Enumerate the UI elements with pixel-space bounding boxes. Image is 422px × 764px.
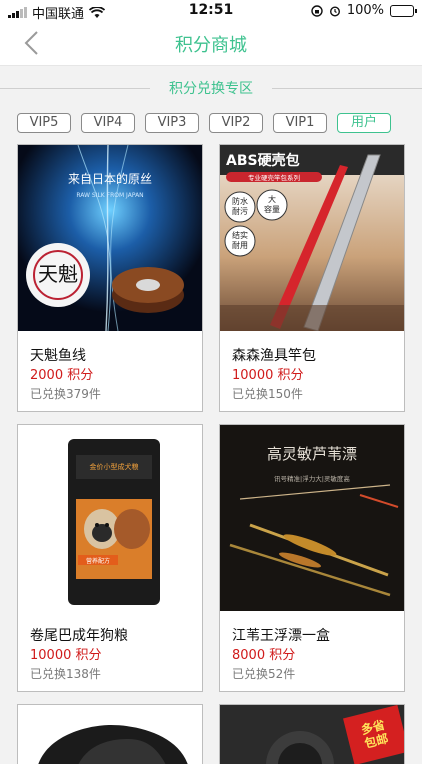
vip-tab-bar: VIP5 VIP4 VIP3 VIP2 VIP1 用户 bbox=[17, 113, 391, 133]
svg-text:营养配方: 营养配方 bbox=[86, 557, 110, 565]
product-sold-count: 已兑换379件 bbox=[30, 387, 101, 401]
rotation-lock-icon bbox=[311, 4, 323, 17]
product-image-rod-bag: ABS硬壳包 专业硬壳竿包系列 防水 耐污 大 容量 结实 耐用 bbox=[220, 145, 404, 331]
product-card[interactable]: 天魁 来自日本的原丝 RAW SILK FROM JAPAN 天魁鱼线 2000… bbox=[17, 144, 203, 412]
image-subline: 讯号精准|浮力大|灵敏度高 bbox=[274, 474, 350, 483]
product-card[interactable]: ABS硬壳包 专业硬壳竿包系列 防水 耐污 大 容量 结实 耐用 森森渔具竿包 … bbox=[219, 144, 405, 412]
tab-user[interactable]: 用户 bbox=[337, 113, 391, 133]
product-card[interactable] bbox=[17, 704, 203, 764]
product-image-floats: 高灵敏芦苇漂 讯号精准|浮力大|灵敏度高 bbox=[220, 425, 404, 611]
battery-percent: 100% bbox=[346, 3, 384, 18]
product-sold-count: 已兑换138件 bbox=[30, 667, 101, 681]
image-subline: RAW SILK FROM JAPAN bbox=[76, 192, 143, 199]
page-title: 积分商城 bbox=[175, 35, 247, 56]
status-bar: 中国联通 12:51 100% bbox=[0, 0, 422, 22]
product-image-dog-food: 金价小型成犬粮 营养配方 bbox=[18, 425, 202, 611]
product-points: 10000 积分 bbox=[232, 368, 304, 383]
image-brand-text: 天魁 bbox=[38, 262, 78, 286]
product-card[interactable]: 金价小型成犬粮 营养配方 卷尾巴成年狗粮 10000 积分 已兑换138件 bbox=[17, 424, 203, 692]
alarm-icon bbox=[329, 5, 340, 17]
image-headline: ABS硬壳包 bbox=[226, 152, 300, 169]
battery-icon bbox=[390, 4, 417, 17]
tab-vip1[interactable]: VIP1 bbox=[273, 113, 327, 133]
svg-text:容量: 容量 bbox=[264, 204, 280, 214]
svg-text:结实: 结实 bbox=[232, 230, 248, 240]
image-headline: 高灵敏芦苇漂 bbox=[267, 445, 357, 463]
product-name: 卷尾巴成年狗粮 bbox=[30, 628, 128, 644]
tab-vip3[interactable]: VIP3 bbox=[145, 113, 199, 133]
product-points: 2000 积分 bbox=[30, 368, 94, 383]
svg-text:金价小型成犬粮: 金价小型成犬粮 bbox=[90, 462, 139, 471]
image-subline: 专业硬壳竿包系列 bbox=[248, 173, 300, 182]
product-card[interactable]: 高灵敏芦苇漂 讯号精准|浮力大|灵敏度高 江苇王浮漂一盒 8000 积分 已兑换… bbox=[219, 424, 405, 692]
svg-text:耐污: 耐污 bbox=[232, 206, 248, 216]
svg-text:防水: 防水 bbox=[232, 196, 248, 206]
tab-vip2[interactable]: VIP2 bbox=[209, 113, 263, 133]
product-points: 10000 积分 bbox=[30, 648, 102, 663]
product-points: 8000 积分 bbox=[232, 648, 296, 663]
nav-bar: 积分商城 bbox=[0, 22, 422, 66]
svg-text:耐用: 耐用 bbox=[232, 240, 248, 250]
product-name: 江苇王浮漂一盒 bbox=[232, 628, 330, 644]
product-image-backpack bbox=[18, 705, 202, 764]
tab-vip5[interactable]: VIP5 bbox=[17, 113, 71, 133]
product-image-fishing-line: 天魁 来自日本的原丝 RAW SILK FROM JAPAN bbox=[18, 145, 202, 331]
product-name: 天魁鱼线 bbox=[30, 348, 86, 364]
image-headline: 来自日本的原丝 bbox=[68, 171, 152, 186]
section-divider-right bbox=[272, 88, 422, 89]
product-sold-count: 已兑换150件 bbox=[232, 387, 303, 401]
product-card[interactable]: 多省包邮 bbox=[219, 704, 405, 764]
tab-vip4[interactable]: VIP4 bbox=[81, 113, 135, 133]
product-name: 森森渔具竿包 bbox=[232, 348, 316, 364]
product-sold-count: 已兑换52件 bbox=[232, 667, 296, 681]
svg-text:大: 大 bbox=[268, 194, 276, 204]
status-right: 100% bbox=[311, 3, 417, 18]
product-image-reel: 多省包邮 bbox=[220, 705, 404, 764]
